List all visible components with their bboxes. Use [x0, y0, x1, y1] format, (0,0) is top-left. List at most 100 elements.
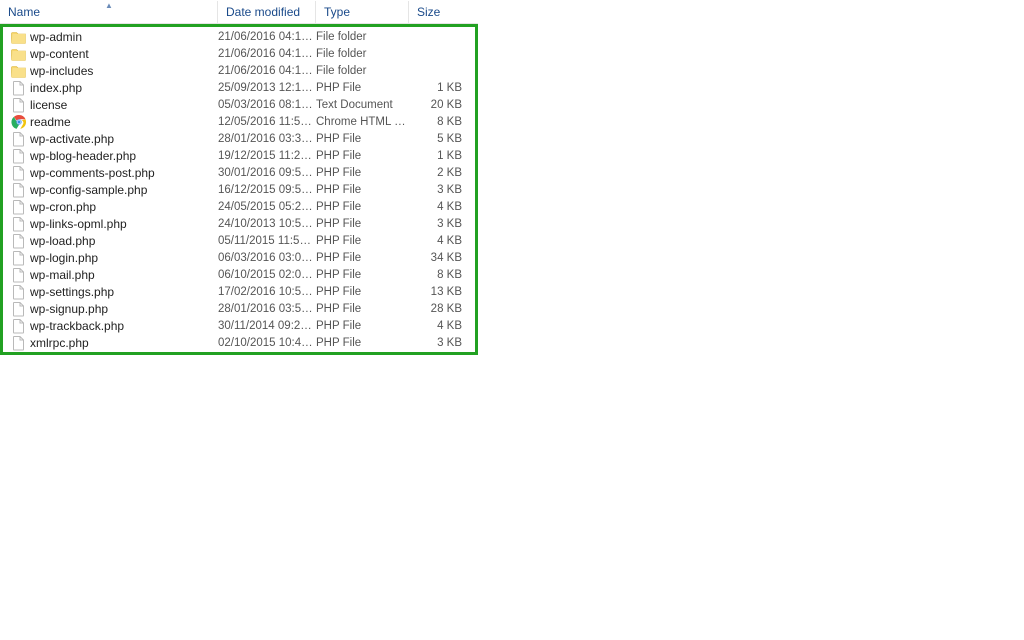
file-icon — [11, 233, 27, 249]
file-name-cell: wp-config-sample.php — [11, 182, 218, 198]
file-type-cell: PHP File — [316, 82, 409, 94]
file-size-cell: 8 KB — [409, 269, 466, 281]
file-row[interactable]: wp-load.php05/11/2015 11:59 ...PHP File4… — [3, 232, 475, 249]
file-name-cell: wp-admin — [11, 29, 218, 45]
file-row[interactable]: xmlrpc.php02/10/2015 10:46 ...PHP File3 … — [3, 334, 475, 351]
file-date-cell: 16/12/2015 09:58 ... — [218, 184, 316, 196]
file-row[interactable]: wp-settings.php17/02/2016 10:58 ...PHP F… — [3, 283, 475, 300]
folder-icon — [11, 29, 27, 45]
file-row[interactable]: index.php25/09/2013 12:18 ...PHP File1 K… — [3, 79, 475, 96]
file-size-cell: 4 KB — [409, 201, 466, 213]
file-name-cell: license — [11, 97, 218, 113]
file-type-cell: PHP File — [316, 320, 409, 332]
file-icon — [11, 199, 27, 215]
file-icon — [11, 267, 27, 283]
file-name-label: wp-content — [30, 47, 89, 61]
sort-ascending-icon: ▲ — [105, 1, 113, 10]
file-type-cell: PHP File — [316, 337, 409, 349]
file-type-cell: PHP File — [316, 286, 409, 298]
file-name-cell: wp-signup.php — [11, 301, 218, 317]
file-type-cell: PHP File — [316, 218, 409, 230]
file-type-cell: PHP File — [316, 184, 409, 196]
file-icon — [11, 284, 27, 300]
file-row[interactable]: wp-comments-post.php30/01/2016 09:56 ...… — [3, 164, 475, 181]
file-type-cell: PHP File — [316, 269, 409, 281]
file-icon — [11, 250, 27, 266]
file-row[interactable]: wp-admin21/06/2016 04:17 ...File folder — [3, 28, 475, 45]
file-name-label: wp-cron.php — [30, 200, 96, 214]
file-row[interactable]: wp-signup.php28/01/2016 03:51 ...PHP Fil… — [3, 300, 475, 317]
file-icon — [11, 318, 27, 334]
file-name-cell: wp-includes — [11, 63, 218, 79]
file-type-cell: PHP File — [316, 150, 409, 162]
file-name-label: wp-activate.php — [30, 132, 114, 146]
file-name-label: xmlrpc.php — [30, 336, 89, 350]
file-icon — [11, 131, 27, 147]
file-type-cell: PHP File — [316, 167, 409, 179]
file-type-cell: PHP File — [316, 303, 409, 315]
file-row[interactable]: wp-config-sample.php 16/12/2015 09:58 ...… — [3, 181, 475, 198]
file-name-label: wp-load.php — [30, 234, 95, 248]
file-name-label: index.php — [30, 81, 82, 95]
file-name-cell: wp-settings.php — [11, 284, 218, 300]
file-name-cell: wp-blog-header.php — [11, 148, 218, 164]
file-size-cell: 5 KB — [409, 133, 466, 145]
file-icon — [11, 165, 27, 181]
file-type-cell: PHP File — [316, 133, 409, 145]
file-type-cell: File folder — [316, 31, 409, 43]
file-row[interactable]: wp-login.php06/03/2016 03:06 ...PHP File… — [3, 249, 475, 266]
file-date-cell: 30/11/2014 09:23 ... — [218, 320, 316, 332]
file-size-cell: 34 KB — [409, 252, 466, 264]
file-size-cell: 8 KB — [409, 116, 466, 128]
file-type-cell: PHP File — [316, 201, 409, 213]
file-name-cell: xmlrpc.php — [11, 335, 218, 351]
file-name-label: wp-links-opml.php — [30, 217, 127, 231]
file-row[interactable]: wp-mail.php 06/10/2015 02:07 ...PHP File8… — [3, 266, 475, 283]
file-date-cell: 19/12/2015 11:20 ... — [218, 150, 316, 162]
file-name-label: wp-mail.php — [30, 268, 95, 282]
file-row[interactable]: readme12/05/2016 11:54 ...Chrome HTML Do… — [3, 113, 475, 130]
folder-icon — [11, 63, 27, 79]
column-header-row: Name ▲ Date modified Type Size — [0, 0, 478, 24]
column-header-size[interactable]: Size — [409, 1, 470, 23]
file-name-cell: wp-trackback.php — [11, 318, 218, 334]
file-name-cell: readme — [11, 114, 218, 130]
file-row[interactable]: wp-blog-header.php19/12/2015 11:20 ...PH… — [3, 147, 475, 164]
file-date-cell: 05/11/2015 11:59 ... — [218, 235, 316, 247]
file-row[interactable]: wp-links-opml.php 24/10/2013 10:58 ...PHP… — [3, 215, 475, 232]
column-header-name[interactable]: Name ▲ — [0, 1, 218, 23]
file-row[interactable]: license05/03/2016 08:14 ...Text Document… — [3, 96, 475, 113]
file-name-label: wp-admin — [30, 30, 82, 44]
file-name-label: wp-config-sample.php — [30, 183, 147, 197]
column-header-type[interactable]: Type — [316, 1, 409, 23]
file-date-cell: 28/01/2016 03:51 ... — [218, 303, 316, 315]
file-date-cell: 06/10/2015 02:07 ... — [218, 269, 316, 281]
file-date-cell: 17/02/2016 10:58 ... — [218, 286, 316, 298]
file-size-cell: 1 KB — [409, 82, 466, 94]
column-header-date[interactable]: Date modified — [218, 1, 316, 23]
file-name-cell: index.php — [11, 80, 218, 96]
file-name-cell: wp-activate.php — [11, 131, 218, 147]
file-name-cell: wp-comments-post.php — [11, 165, 218, 181]
file-row[interactable]: wp-activate.php28/01/2016 03:35 ...PHP F… — [3, 130, 475, 147]
file-row[interactable]: wp-trackback.php 30/11/2014 09:23 ...PHP … — [3, 317, 475, 334]
file-type-cell: Text Document — [316, 99, 409, 111]
file-name-label: license — [30, 98, 67, 112]
file-date-cell: 24/10/2013 10:58 ... — [218, 218, 316, 230]
file-size-cell: 1 KB — [409, 150, 466, 162]
file-size-cell: 4 KB — [409, 320, 466, 332]
file-row[interactable]: wp-cron.php24/05/2015 05:26 ...PHP File4… — [3, 198, 475, 215]
file-icon — [11, 80, 27, 96]
file-icon — [11, 148, 27, 164]
chrome-icon — [11, 114, 27, 130]
file-name-label: wp-trackback.php — [30, 319, 124, 333]
file-size-cell: 28 KB — [409, 303, 466, 315]
file-date-cell: 30/01/2016 09:56 ... — [218, 167, 316, 179]
file-type-cell: Chrome HTML Do... — [316, 116, 409, 128]
file-row[interactable]: wp-includes21/06/2016 04:17 ...File fold… — [3, 62, 475, 79]
file-type-cell: PHP File — [316, 252, 409, 264]
file-date-cell: 12/05/2016 11:54 ... — [218, 116, 316, 128]
folder-icon — [11, 46, 27, 62]
file-date-cell: 21/06/2016 04:17 ... — [218, 48, 316, 60]
file-row[interactable]: wp-content21/06/2016 04:17 ...File folde… — [3, 45, 475, 62]
